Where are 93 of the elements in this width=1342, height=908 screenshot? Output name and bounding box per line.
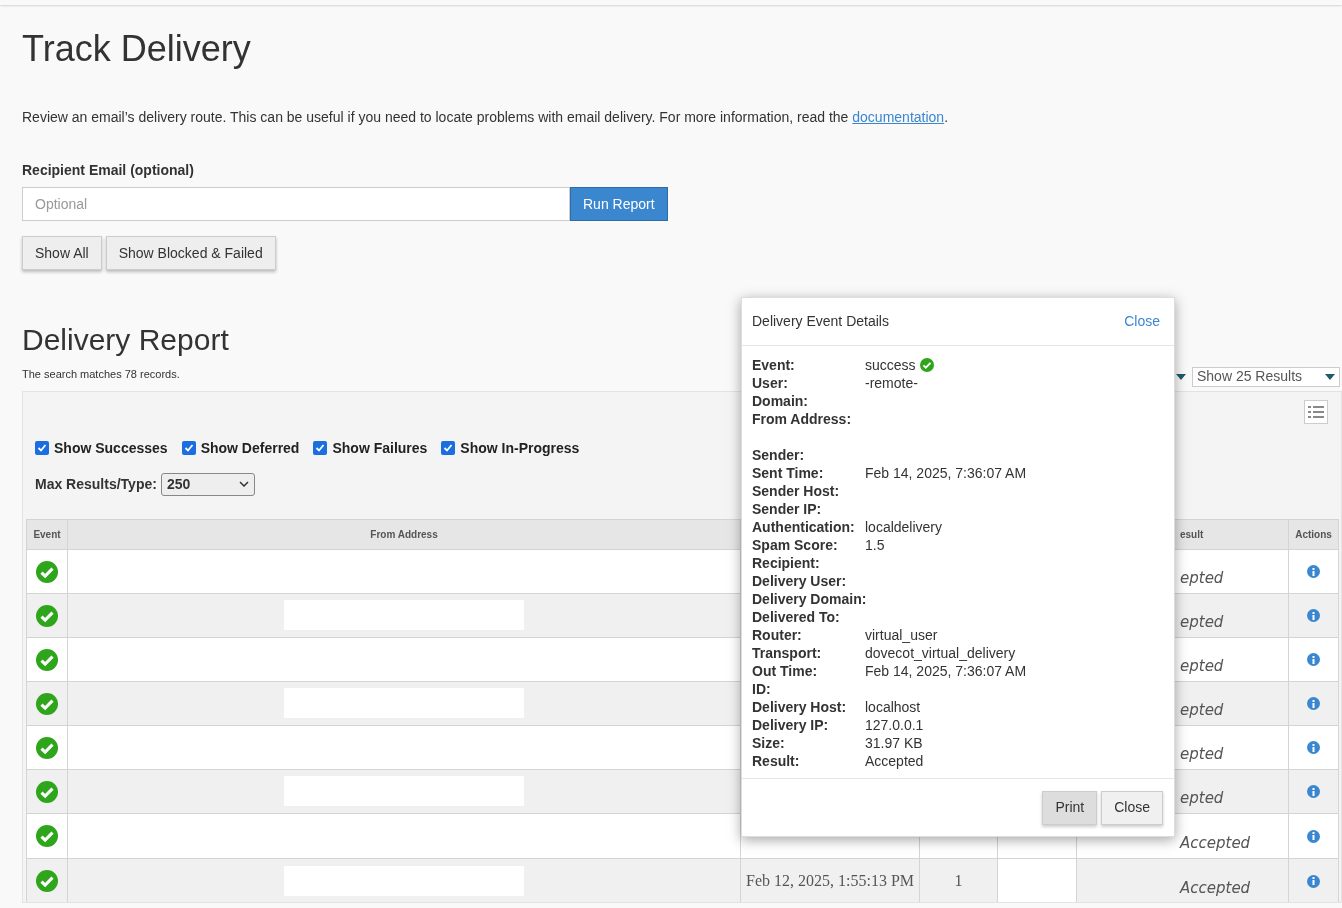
detail-label: Out Time: xyxy=(752,663,818,679)
column-header[interactable]: From Address xyxy=(370,528,438,540)
detail-value: 127.0.0.1 xyxy=(865,716,924,734)
info-icon[interactable] xyxy=(1307,741,1320,755)
checkbox-label: Show Successes xyxy=(54,438,168,458)
table-cell: Accepted xyxy=(1180,834,1251,852)
dialog-button[interactable]: Print xyxy=(1042,790,1098,825)
info-icon[interactable] xyxy=(1307,565,1320,579)
column-header[interactable]: esult xyxy=(1180,528,1204,540)
checkbox-label: Show In-Progress xyxy=(460,438,580,458)
detail-value: Feb 14, 2025, 7:36:07 AM xyxy=(865,464,1027,482)
table-cell: epted xyxy=(1180,657,1224,675)
filter-button[interactable]: Show All xyxy=(22,236,102,270)
detail-value: dovecot_virtual_delivery xyxy=(865,644,1016,662)
detail-value: localdelivery xyxy=(865,518,943,536)
table-cell: epted xyxy=(1180,789,1224,807)
detail-label: Authentication: xyxy=(752,519,855,535)
detail-label: Delivered To: xyxy=(752,609,840,625)
caret-down-icon[interactable] xyxy=(1176,373,1186,380)
detail-label: Recipient: xyxy=(752,555,820,571)
list-icon xyxy=(1308,404,1324,419)
table-cell: epted xyxy=(1180,613,1224,631)
close-link[interactable]: Close xyxy=(1124,311,1164,332)
info-icon[interactable] xyxy=(1307,697,1320,711)
detail-label: Transport: xyxy=(752,645,822,661)
detail-label: Delivery User: xyxy=(752,573,847,589)
detail-value: success xyxy=(865,356,916,374)
description-text: Review an email’s delivery route. This can be useful if you need to locate problems with email delivery. For more information, read the documentation. xyxy=(22,108,949,127)
detail-value: 31.97 KB xyxy=(865,734,923,752)
detail-value: Accepted xyxy=(865,752,924,770)
dialog-title: Delivery Event Details xyxy=(752,312,889,331)
dialog-button[interactable]: Close xyxy=(1101,790,1163,825)
checkbox-label: Show Deferred xyxy=(200,438,300,458)
checkbox[interactable] xyxy=(35,441,49,455)
table-cell: epted xyxy=(1180,745,1224,763)
detail-label: User: xyxy=(752,375,788,391)
info-icon[interactable] xyxy=(1307,609,1320,623)
table-cell: 1 xyxy=(954,871,963,889)
page-title: Track Delivery xyxy=(22,27,251,71)
chevron-down-icon xyxy=(238,481,249,487)
detail-label: Result: xyxy=(752,753,800,769)
detail-value: 1.5 xyxy=(865,536,885,554)
detail-label: Event: xyxy=(752,357,795,373)
info-icon[interactable] xyxy=(1307,785,1320,799)
detail-label: From Address: xyxy=(752,411,852,427)
detail-label: Delivery Host: xyxy=(752,699,847,715)
info-icon[interactable] xyxy=(1307,829,1320,843)
results-per-page-select[interactable]: Show 25 Results xyxy=(1192,366,1340,387)
success-check-icon xyxy=(919,358,934,372)
checkbox-label: Show Failures xyxy=(332,438,428,458)
record-count-text: The search matches 78 records. xyxy=(22,367,180,382)
success-check-icon xyxy=(36,692,58,715)
detail-label: Sender: xyxy=(752,447,805,463)
max-results-label: Max Results/Type: xyxy=(35,474,157,494)
checkbox[interactable] xyxy=(181,441,196,455)
detail-label: Domain: xyxy=(752,393,808,409)
caret-down-icon xyxy=(1325,373,1335,380)
column-list-button[interactable] xyxy=(1304,399,1328,424)
info-icon[interactable] xyxy=(1307,874,1320,888)
detail-label: Delivery Domain: xyxy=(752,591,867,607)
table-cell: Feb 12, 2025, 1:55:13 PM xyxy=(746,871,914,889)
success-check-icon xyxy=(36,604,58,627)
run-report-button[interactable]: Run Report xyxy=(570,187,668,221)
success-check-icon xyxy=(36,825,58,848)
documentation-link[interactable]: documentation xyxy=(852,109,945,125)
detail-value: -remote- xyxy=(865,374,918,392)
success-check-icon xyxy=(36,648,58,671)
success-check-icon xyxy=(36,780,58,803)
section-title: Delivery Report xyxy=(22,322,229,358)
recipient-email-field[interactable]: Optional xyxy=(22,187,570,221)
success-check-icon xyxy=(36,560,58,583)
field-label: Recipient Email (optional) xyxy=(22,161,194,180)
detail-label: Spam Score: xyxy=(752,537,838,553)
detail-label: ID: xyxy=(752,681,771,697)
detail-label: Router: xyxy=(752,627,802,643)
max-results-select[interactable]: 250 xyxy=(160,472,255,496)
table-cell: epted xyxy=(1180,569,1224,587)
checkbox[interactable] xyxy=(441,441,456,455)
detail-label: Sender Host: xyxy=(752,483,840,499)
success-check-icon xyxy=(36,870,58,893)
detail-label: Delivery IP: xyxy=(752,717,829,733)
table-cell: epted xyxy=(1180,701,1224,719)
detail-value: Feb 14, 2025, 7:36:07 AM xyxy=(865,662,1027,680)
filter-button[interactable]: Show Blocked & Failed xyxy=(105,236,276,270)
detail-value: virtual_user xyxy=(865,626,938,644)
detail-label: Size: xyxy=(752,735,785,751)
success-check-icon xyxy=(36,736,58,759)
table-cell: Accepted xyxy=(1180,879,1251,897)
checkbox[interactable] xyxy=(313,441,328,455)
detail-label: Sender IP: xyxy=(752,501,822,517)
info-icon[interactable] xyxy=(1307,653,1320,667)
detail-value: localhost xyxy=(865,698,921,716)
detail-label: Sent Time: xyxy=(752,465,824,481)
